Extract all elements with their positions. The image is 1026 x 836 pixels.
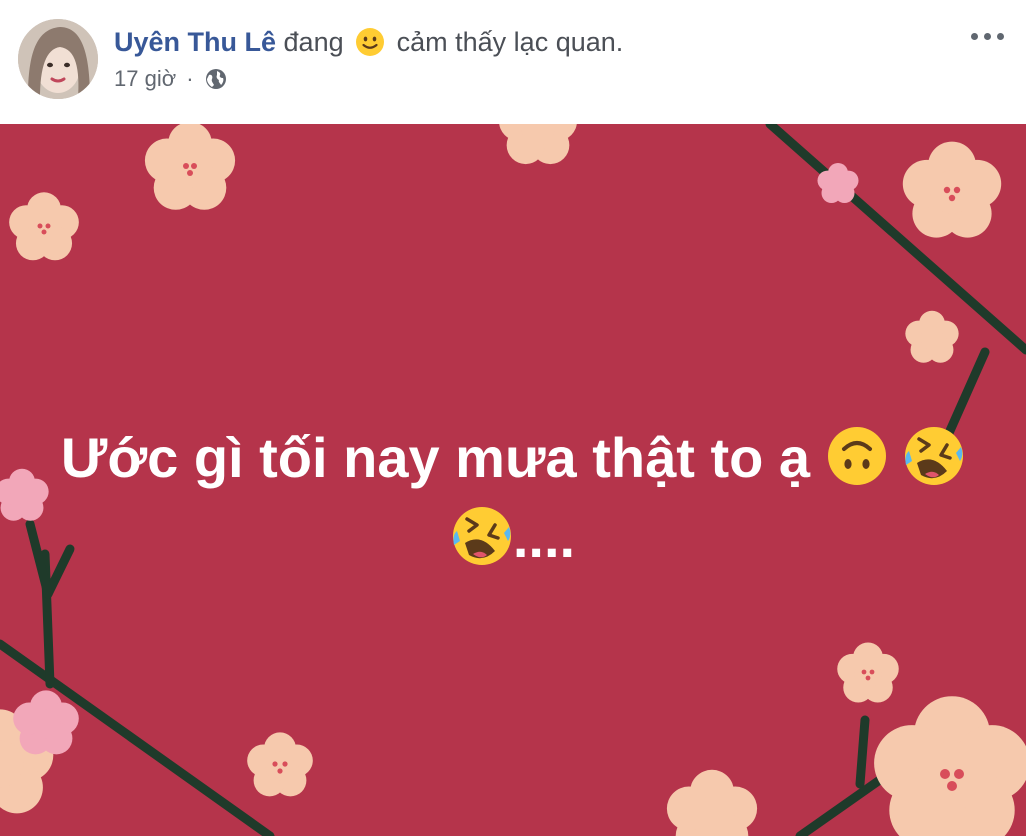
feeling-text[interactable]: cảm thấy lạc quan. [397,27,624,57]
post-header: Uyên Thu Lê đang cảm thấy lạc quan. 17 g… [0,0,1026,124]
post-meta: 17 giờ · [114,66,228,92]
status-line-2: .... [40,498,986,578]
rolling-on-floor-laughing-emoji-icon [451,505,513,567]
more-dot-icon [971,33,978,40]
smiling-face-emoji-icon [355,27,385,57]
more-options-button[interactable] [968,24,1008,50]
author-line: Uyên Thu Lê đang cảm thấy lạc quan. [114,26,623,58]
globe-icon[interactable] [204,67,228,91]
upside-down-face-emoji-icon [826,425,888,487]
meta-separator: · [186,66,194,91]
more-dot-icon [997,33,1004,40]
status-text-block: Ước gì tối nay mưa thật to ạ .... [40,418,986,578]
activity-prefix: đang [283,27,344,57]
author-name-link[interactable]: Uyên Thu Lê [114,27,276,57]
status-background: Ước gì tối nay mưa thật to ạ .... [0,124,1026,836]
post-timestamp[interactable]: 17 giờ [114,66,176,91]
status-text-line-1: Ước gì tối nay mưa thật to ạ [60,426,810,489]
status-line-1: Ước gì tối nay mưa thật to ạ [40,418,986,498]
avatar[interactable] [18,19,98,99]
status-text-line-2-suffix: .... [512,506,576,569]
more-dot-icon [984,33,991,40]
rolling-on-floor-laughing-emoji-icon [903,425,965,487]
